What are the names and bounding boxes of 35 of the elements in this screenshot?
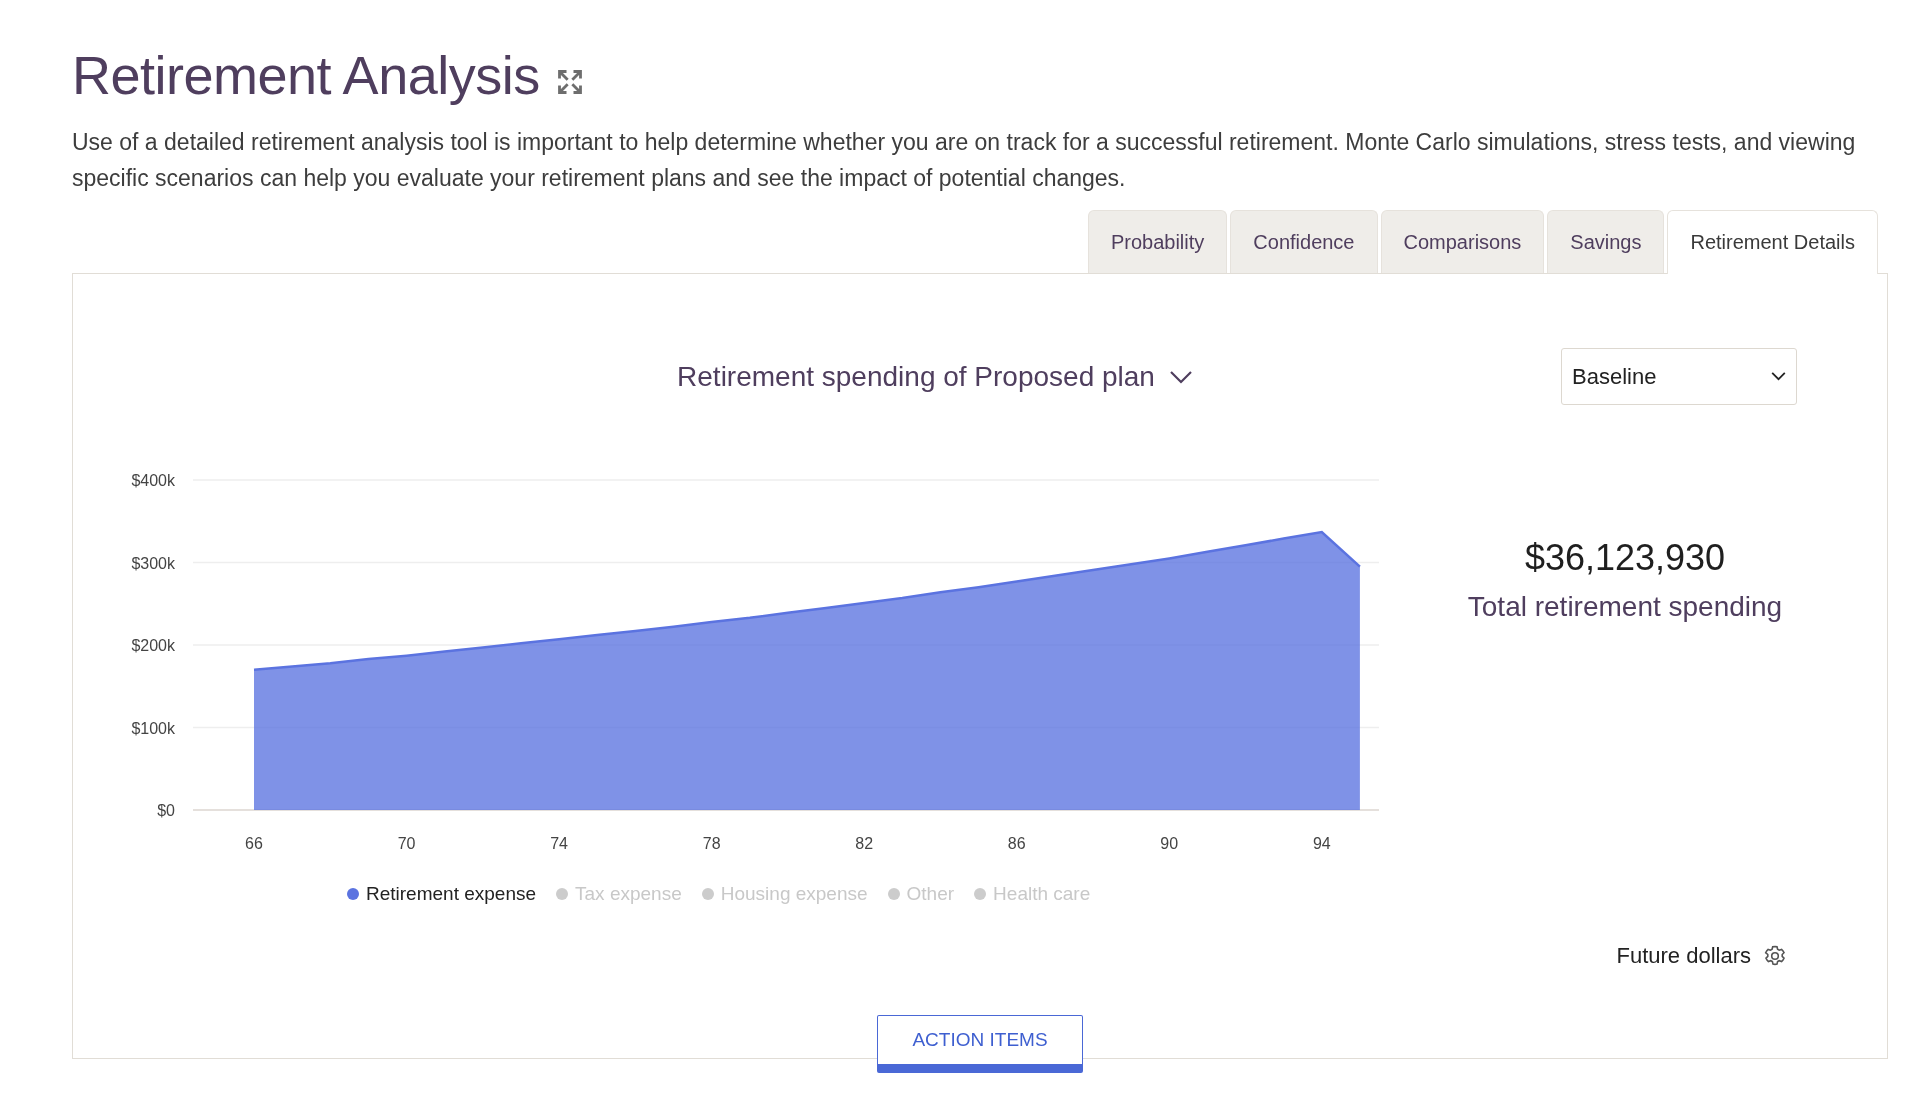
x-tick-label: 70 bbox=[397, 835, 416, 852]
scenario-select[interactable]: Baseline bbox=[1561, 348, 1797, 405]
action-items-button[interactable]: ACTION ITEMS bbox=[877, 1015, 1083, 1073]
tab[interactable]: Probability bbox=[1087, 210, 1228, 273]
y-tick-label: $200k bbox=[131, 637, 175, 654]
chart-title-dropdown[interactable]: Retirement spending of Proposed plan bbox=[673, 356, 1197, 397]
dollars-mode-label: Future dollars bbox=[1616, 943, 1751, 969]
legend-dot-icon bbox=[887, 888, 900, 900]
total-label: Total retirement spending bbox=[1467, 591, 1783, 623]
y-tick-label: $100k bbox=[131, 719, 175, 737]
legend-dot-icon bbox=[556, 888, 569, 900]
y-tick-label: $300k bbox=[131, 554, 175, 572]
total-amount: $36,123,930 bbox=[1524, 537, 1726, 579]
settings-icon[interactable] bbox=[1763, 944, 1787, 968]
x-tick-label: 90 bbox=[1160, 835, 1179, 852]
description-text: Use of a detailed retirement analysis tool is important to help determine whether you are on track for a successful retirement. Monte Carlo simulations, stress tests, and viewing specific scenarios can help you evaluate your retirement plans and see the impact of potential changes. bbox=[72, 128, 1857, 193]
x-tick-label: 74 bbox=[550, 835, 568, 852]
chevron-down-icon bbox=[1771, 372, 1786, 381]
tab[interactable]: Savings bbox=[1547, 210, 1665, 273]
tab[interactable]: Retirement Details bbox=[1667, 210, 1878, 274]
y-tick-label: $0 bbox=[157, 802, 175, 819]
page-title: Retirement Analysis bbox=[72, 44, 540, 106]
tab[interactable]: Confidence bbox=[1230, 210, 1378, 273]
x-tick-label: 86 bbox=[1007, 835, 1026, 852]
chevron-down-icon bbox=[1168, 369, 1193, 384]
y-tick-label: $400k bbox=[131, 472, 175, 489]
x-tick-label: 66 bbox=[245, 835, 263, 852]
legend-dot-icon bbox=[974, 888, 987, 900]
legend-dot-icon bbox=[701, 888, 714, 900]
x-tick-label: 78 bbox=[702, 835, 721, 852]
legend-item[interactable]: Retirement expense bbox=[347, 883, 537, 905]
expand-icon[interactable] bbox=[555, 68, 584, 96]
x-tick-label: 94 bbox=[1312, 835, 1331, 852]
tab[interactable]: Comparisons bbox=[1380, 210, 1545, 273]
x-tick-label: 82 bbox=[855, 835, 874, 852]
